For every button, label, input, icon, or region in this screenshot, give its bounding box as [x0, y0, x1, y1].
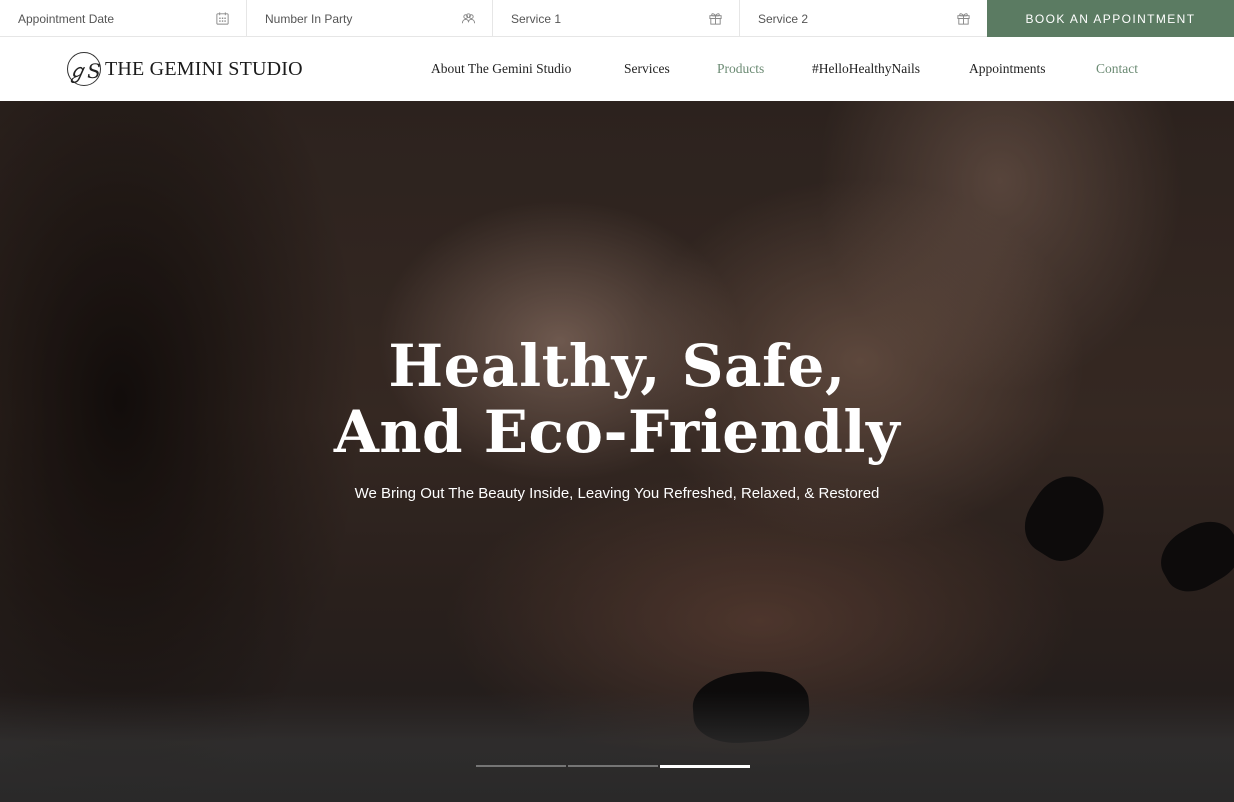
service-2-label: Service 2: [758, 11, 809, 26]
calendar-icon: [216, 12, 229, 25]
number-in-party-field[interactable]: Number In Party: [247, 0, 493, 37]
nav-item-products[interactable]: Products: [717, 61, 764, 77]
appointment-date-field[interactable]: Appointment Date: [0, 0, 247, 37]
hero-title-line-2: And Eco-Friendly: [333, 398, 901, 466]
site-logo[interactable]: ℊS THE GEMINI STUDIO: [67, 52, 303, 86]
gift-icon: [957, 13, 970, 25]
service-1-field[interactable]: Service 1: [493, 0, 740, 37]
nav-item-appointments[interactable]: Appointments: [969, 61, 1046, 77]
service-1-label: Service 1: [511, 11, 562, 26]
nav-item-services[interactable]: Services: [624, 61, 670, 77]
service-2-field[interactable]: Service 2: [740, 0, 987, 37]
hero-title-line-1: Healthy, Safe,: [388, 332, 846, 400]
slide-indicator-2[interactable]: [568, 765, 658, 767]
logo-text: THE GEMINI STUDIO: [105, 57, 303, 80]
nav-item-contact[interactable]: Contact: [1096, 61, 1138, 77]
hero-title: Healthy, Safe, And Eco-Friendly: [0, 333, 1234, 465]
nav-item-hellohealthynails[interactable]: #HelloHealthyNails: [812, 61, 920, 77]
booking-bar: Appointment Date Number In Party Service…: [0, 0, 1234, 37]
appointment-date-label: Appointment Date: [18, 11, 115, 26]
slide-indicator-3[interactable]: [660, 765, 750, 768]
gift-icon: [709, 13, 722, 25]
hero-subtitle: We Bring Out The Beauty Inside, Leaving …: [354, 485, 880, 502]
nav-item-about[interactable]: About The Gemini Studio: [431, 61, 571, 77]
people-icon: [461, 13, 476, 24]
main-navbar: ℊS THE GEMINI STUDIO About The Gemini St…: [0, 37, 1234, 101]
slider-pagination: [476, 765, 750, 768]
book-appointment-button[interactable]: BOOK AN APPOINTMENT: [987, 0, 1234, 37]
slide-indicator-1[interactable]: [476, 765, 566, 767]
logo-monogram: ℊS: [67, 52, 101, 86]
number-in-party-label: Number In Party: [265, 11, 353, 26]
hero-section: Healthy, Safe, And Eco-Friendly We Bring…: [0, 101, 1234, 802]
